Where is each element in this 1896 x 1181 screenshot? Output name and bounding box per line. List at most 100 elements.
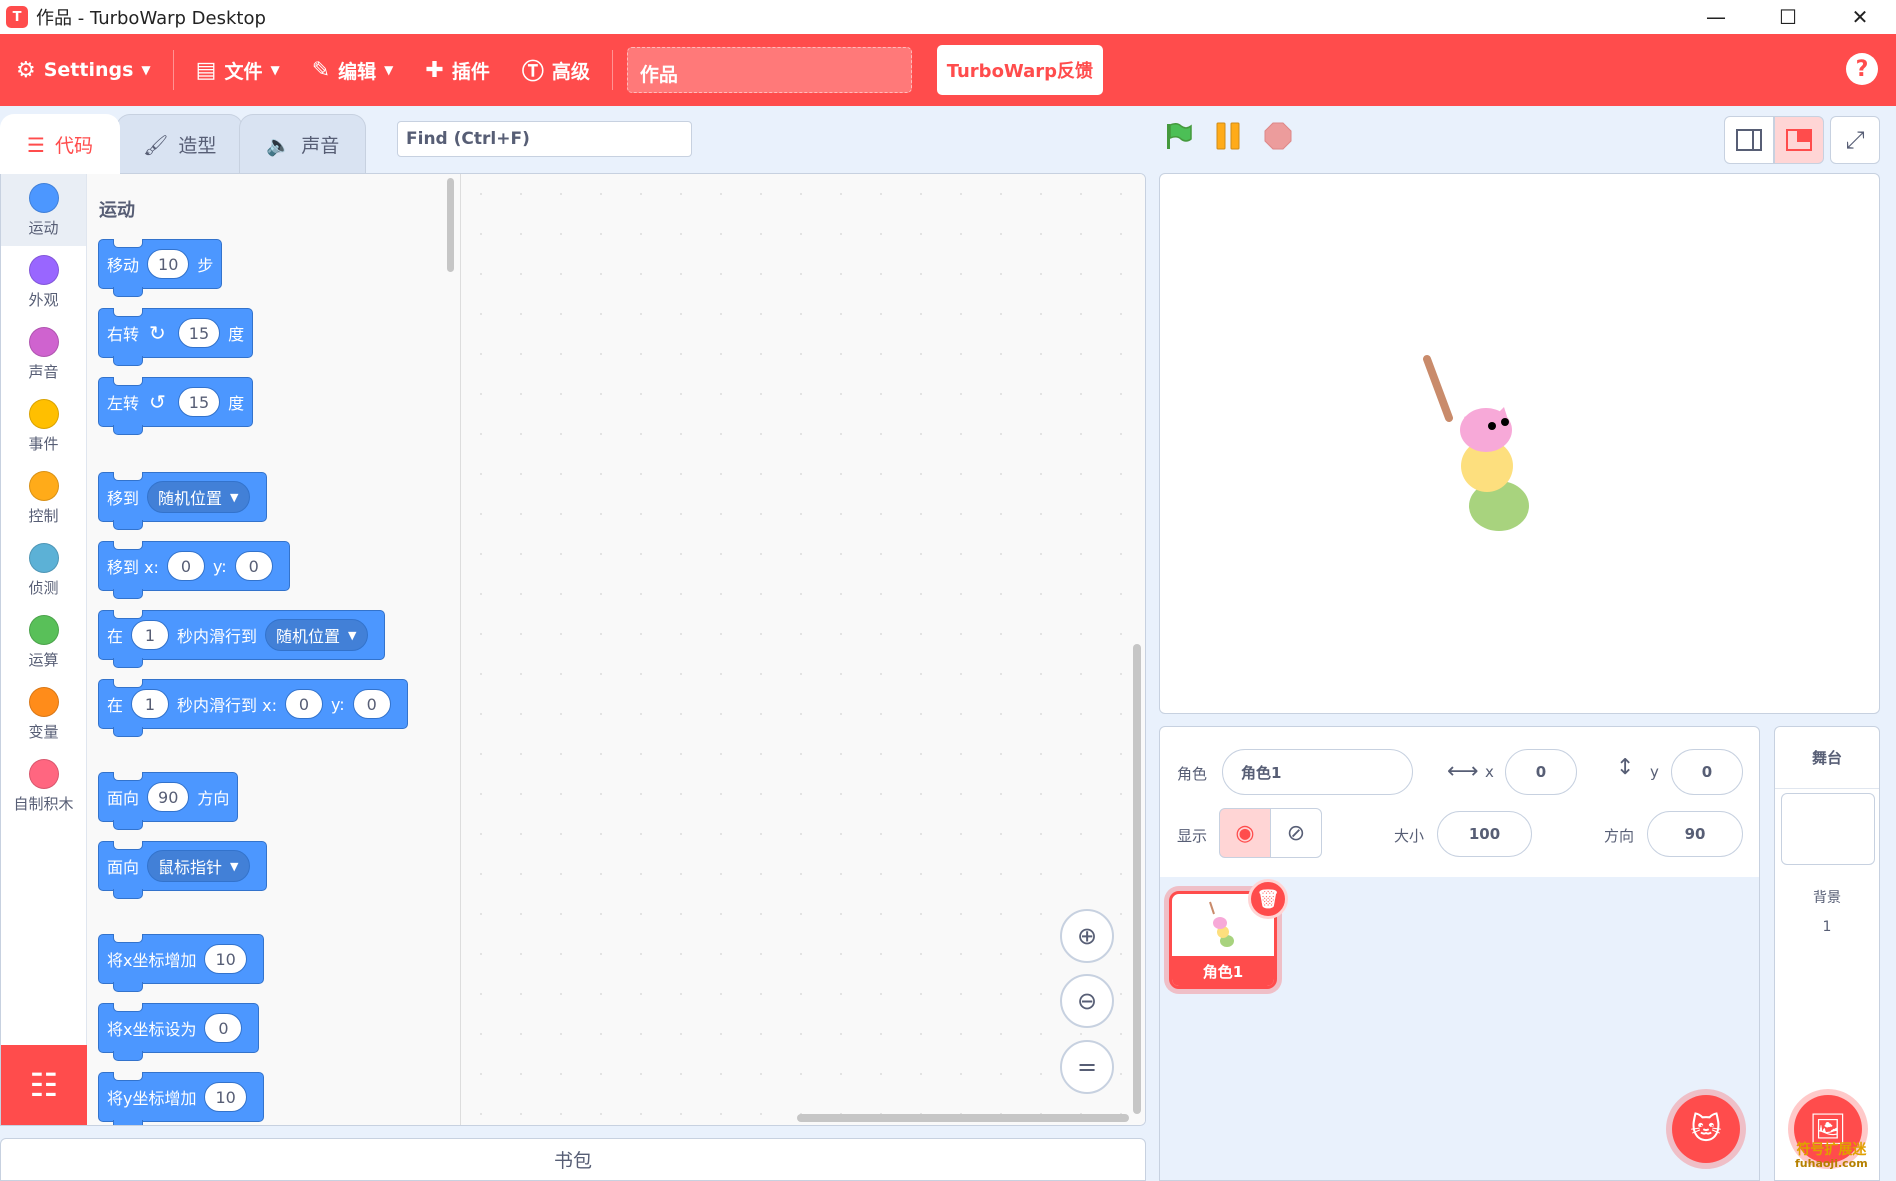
y-input[interactable]: 0	[352, 689, 391, 719]
number-input[interactable]: 10	[204, 944, 247, 974]
stage-canvas[interactable]	[1159, 173, 1880, 714]
fullscreen-button[interactable]: ⤢	[1830, 116, 1880, 164]
close-window-button[interactable]: ✕	[1824, 0, 1896, 34]
vertical-arrows-icon: ↕	[1616, 755, 1635, 780]
tab-code[interactable]: ☰ 代码	[0, 114, 120, 174]
number-input[interactable]: 1	[131, 620, 170, 650]
number-input[interactable]: 0	[204, 1013, 243, 1043]
window-controls: — ☐ ✕	[1680, 0, 1896, 34]
turbowarp-logo-icon: Ⓣ	[521, 60, 544, 85]
target-dropdown[interactable]: 鼠标指针 ▼	[147, 850, 250, 882]
stage-thumbnail[interactable]	[1781, 793, 1875, 865]
number-input[interactable]: 15	[177, 318, 221, 348]
x-input[interactable]: 0	[166, 551, 205, 581]
large-stage-button[interactable]	[1774, 116, 1824, 164]
delete-sprite-button[interactable]: 🗑	[1248, 879, 1288, 919]
sprite-name-label: 角色	[1177, 765, 1208, 783]
category-6[interactable]: 运算	[1, 606, 86, 678]
maximize-button[interactable]: ☐	[1752, 0, 1824, 34]
eye-slash-icon: ⊘	[1286, 820, 1306, 846]
target-dropdown[interactable]: 随机位置 ▼	[147, 481, 250, 513]
script-workspace[interactable]	[461, 174, 1145, 1125]
project-title-input[interactable]: 作品	[626, 47, 912, 93]
watermark-url: fuhaoji.com	[1795, 1157, 1868, 1170]
workspace-vertical-scrollbar[interactable]	[1133, 644, 1141, 1114]
stage-size-toggle	[1724, 116, 1824, 164]
backpack-header[interactable]: 书包	[0, 1138, 1146, 1181]
settings-menu[interactable]: ⚙ Settings ▼	[0, 34, 167, 106]
dropdown-value: 随机位置	[276, 627, 341, 646]
find-input[interactable]	[397, 121, 692, 157]
block-turn-right[interactable]: 右转 ↻ 15 度	[98, 308, 254, 366]
small-stage-button[interactable]	[1724, 116, 1774, 164]
number-input[interactable]: 15	[177, 387, 221, 417]
block-move-steps[interactable]: 移动 10 步	[98, 239, 223, 297]
category-4[interactable]: 控制	[1, 462, 86, 534]
tab-sounds-label: 声音	[301, 135, 340, 157]
minimize-button[interactable]: —	[1680, 0, 1752, 34]
number-input[interactable]: 1	[131, 689, 170, 719]
category-2[interactable]: 声音	[1, 318, 86, 390]
target-dropdown[interactable]: 随机位置 ▼	[265, 619, 368, 651]
category-1[interactable]: 外观	[1, 246, 86, 318]
x-position-input[interactable]: 0	[1505, 749, 1577, 795]
block-text: 将x坐标设为	[107, 1020, 197, 1039]
zoom-out-button[interactable]: ⊖	[1060, 974, 1114, 1028]
feedback-button[interactable]: TurboWarp反馈	[936, 45, 1103, 95]
block-text: 将x坐标增加	[107, 951, 197, 970]
file-menu-label: 文件	[224, 60, 263, 83]
block-point-direction[interactable]: 面向 90 方向	[98, 772, 239, 830]
watermark-title: 符号扩展迷	[1796, 1142, 1867, 1158]
category-7[interactable]: 变量	[1, 678, 86, 750]
extensions-menu[interactable]: ✚ 插件	[409, 34, 505, 106]
block-text: 移到 x:	[107, 558, 159, 577]
direction-input[interactable]: 90	[1647, 811, 1743, 857]
size-input[interactable]: 100	[1437, 811, 1532, 857]
block-change-x[interactable]: 将x坐标增加 10	[98, 934, 264, 992]
block-glide[interactable]: 在 1 秒内滑行到 随机位置 ▼	[98, 610, 385, 668]
advanced-menu[interactable]: Ⓣ 高级	[506, 34, 606, 106]
zoom-reset-icon: =	[1076, 1053, 1098, 1081]
zoom-reset-button[interactable]: =	[1060, 1040, 1114, 1094]
hide-sprite-button[interactable]: ⊘	[1270, 808, 1322, 858]
block-set-x[interactable]: 将x坐标设为 0	[98, 1003, 260, 1061]
block-point-towards[interactable]: 面向 鼠标指针 ▼	[98, 841, 267, 899]
block-turn-left[interactable]: 左转 ↺ 15 度	[98, 377, 254, 435]
x-input[interactable]: 0	[284, 689, 323, 719]
zoom-in-button[interactable]: ⊕	[1060, 909, 1114, 963]
number-input[interactable]: 10	[147, 249, 190, 279]
tab-sounds[interactable]: 🔈 声音	[239, 114, 367, 174]
show-sprite-button[interactable]: ◉	[1219, 808, 1271, 858]
workspace-horizontal-scrollbar[interactable]	[797, 1114, 1129, 1122]
sprite-name-input[interactable]: 角色1	[1222, 749, 1413, 795]
dropdown-value: 鼠标指针	[158, 858, 223, 877]
tab-costumes[interactable]: 🖌 造型	[115, 114, 244, 174]
pause-icon[interactable]	[1213, 121, 1243, 151]
y-position-input[interactable]: 0	[1671, 749, 1743, 795]
add-extension-button[interactable]: ☷	[1, 1045, 87, 1125]
show-label: 显示	[1177, 827, 1208, 845]
help-button[interactable]: ?	[1846, 53, 1878, 85]
file-menu[interactable]: ▤ 文件 ▼	[180, 34, 296, 106]
backdrops-count: 1	[1822, 919, 1832, 935]
category-0[interactable]: 运动	[1, 174, 86, 246]
category-8[interactable]: 自制积木	[1, 750, 86, 822]
zoom-in-icon: ⊕	[1076, 922, 1098, 950]
choose-sprite-button[interactable]: 🐱	[1672, 1095, 1740, 1163]
category-menu: 运动 外观 声音 事件 控制 侦测 运算 变量 自制积木	[1, 174, 87, 1125]
block-change-y[interactable]: 将y坐标增加 10	[98, 1072, 264, 1125]
number-input[interactable]: 90	[147, 782, 190, 812]
edit-menu[interactable]: ✎ 编辑 ▼	[296, 34, 410, 106]
block-goto-xy[interactable]: 移到 x: 0 y: 0	[98, 541, 290, 599]
block-glide-xy[interactable]: 在 1 秒内滑行到 x: 0 y: 0	[98, 679, 408, 737]
number-input[interactable]: 10	[204, 1082, 247, 1112]
tab-code-label: 代码	[54, 135, 93, 157]
block-goto[interactable]: 移到 随机位置 ▼	[98, 472, 267, 530]
sprite-dango[interactable]	[1160, 174, 1880, 714]
palette-scrollbar[interactable]	[447, 178, 454, 272]
category-3[interactable]: 事件	[1, 390, 86, 462]
green-flag-icon[interactable]	[1163, 121, 1193, 151]
category-5[interactable]: 侦测	[1, 534, 86, 606]
y-input[interactable]: 0	[234, 551, 273, 581]
stop-icon[interactable]	[1263, 121, 1293, 151]
